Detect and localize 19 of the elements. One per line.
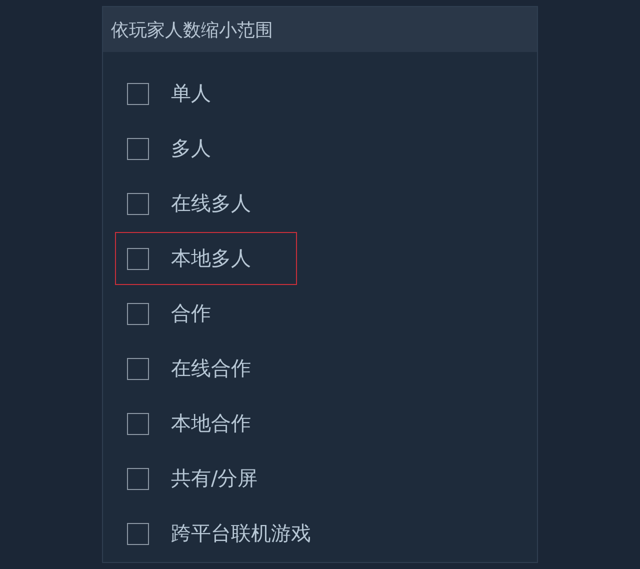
- checkbox[interactable]: [127, 358, 149, 380]
- checkbox[interactable]: [127, 192, 149, 214]
- filter-option[interactable]: 本地合作: [115, 397, 252, 450]
- checkbox[interactable]: [127, 82, 149, 104]
- filter-option[interactable]: 在线合作: [115, 342, 252, 395]
- checkbox[interactable]: [127, 412, 149, 434]
- panel-title: 依玩家人数缩小范围: [103, 7, 537, 52]
- filter-option[interactable]: 共有/分屏: [115, 452, 259, 505]
- highlighted-option[interactable]: 本地多人: [115, 232, 297, 285]
- checkbox[interactable]: [127, 522, 149, 544]
- checkbox[interactable]: [127, 302, 149, 324]
- filter-option[interactable]: 跨平台联机游戏: [115, 507, 312, 560]
- checkbox[interactable]: [127, 248, 149, 270]
- checkbox[interactable]: [127, 468, 149, 490]
- filter-option[interactable]: 在线多人: [115, 177, 252, 230]
- filter-option[interactable]: 合作: [115, 287, 212, 340]
- filter-option[interactable]: 多人: [115, 122, 212, 175]
- checkbox[interactable]: [127, 138, 149, 160]
- filter-option[interactable]: 单人: [115, 67, 212, 120]
